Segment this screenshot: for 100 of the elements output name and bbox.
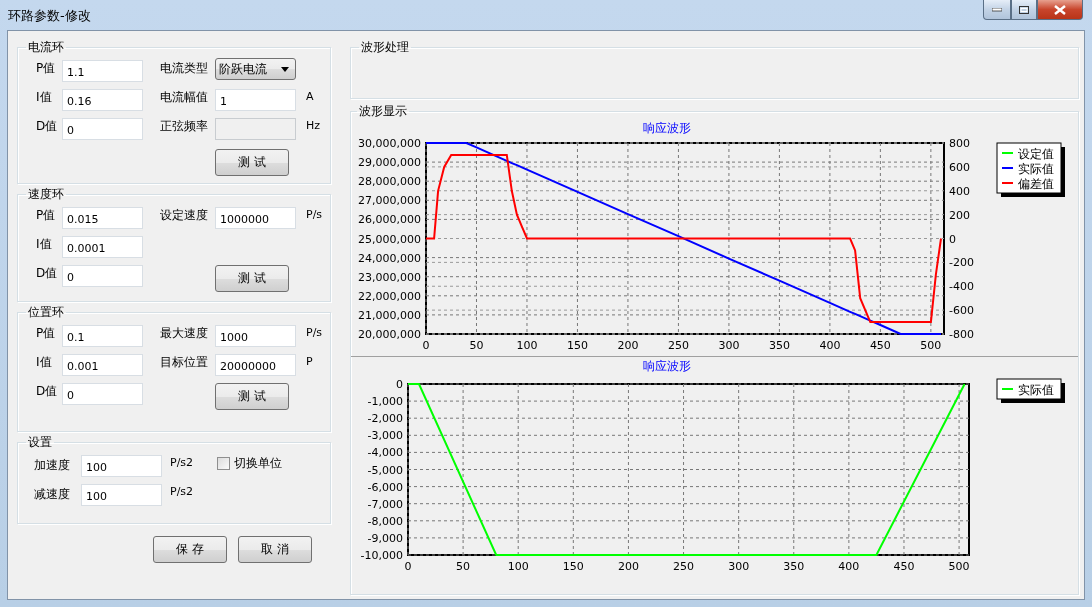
- axis-tick-label: 100: [507, 560, 529, 573]
- chart-title: 响应波形: [643, 121, 691, 135]
- close-button[interactable]: [1037, 0, 1083, 20]
- axis-tick-label: 600: [949, 160, 970, 174]
- unit-label: P/s: [305, 325, 323, 341]
- axis-tick-label: 800: [949, 137, 970, 150]
- field-label: 电流类型: [160, 60, 209, 76]
- axis-tick-label: -8,000: [367, 514, 403, 528]
- maximize-button[interactable]: [1011, 0, 1037, 20]
- axis-tick-label: 23,000,000: [358, 270, 421, 284]
- legend-box: [996, 378, 1065, 403]
- minimize-icon: [992, 7, 1002, 12]
- axis-tick-label: 150: [566, 339, 588, 352]
- input-field[interactable]: 0: [62, 383, 143, 405]
- axis-tick-label: -5,000: [367, 463, 403, 477]
- input-field[interactable]: 20000000: [215, 354, 296, 376]
- axis-tick-label: 30,000,000: [358, 137, 421, 150]
- group-title: 波形显示: [358, 103, 408, 120]
- axis-tick-label: 50: [469, 339, 484, 352]
- axis-tick-label: -3,000: [367, 429, 403, 443]
- input-field[interactable]: 100: [81, 455, 162, 477]
- axis-tick-label: 28,000,000: [358, 175, 421, 189]
- input-field[interactable]: 0: [62, 118, 143, 140]
- unit-label: P/s2: [169, 484, 195, 500]
- legend-label: 偏差值: [1018, 177, 1054, 191]
- input-field[interactable]: 0.001: [62, 354, 143, 376]
- input-field[interactable]: 100: [81, 484, 162, 506]
- unit-label: P/s2: [169, 455, 195, 471]
- axis-tick-label: 27,000,000: [358, 194, 421, 208]
- axis-tick-label: 29,000,000: [358, 156, 421, 170]
- minimize-button[interactable]: [983, 0, 1011, 20]
- test-button[interactable]: 测 试: [215, 383, 289, 410]
- axis-tick-label: 150: [562, 560, 584, 573]
- axis-tick-label: 350: [768, 339, 790, 352]
- cancel-button[interactable]: 取 消: [238, 536, 312, 563]
- axis-tick-label: 450: [893, 560, 915, 573]
- group-title: 速度环: [27, 186, 65, 203]
- axis-tick-label: -800: [949, 328, 974, 341]
- field-label: I值: [35, 354, 53, 370]
- axis-tick-label: -2,000: [367, 412, 403, 426]
- legend-label: 实际值: [1018, 383, 1054, 397]
- axis-tick-label: 400: [838, 560, 860, 573]
- field-label: 加速度: [34, 457, 71, 473]
- field-label: P值: [35, 325, 57, 341]
- unit-label: P/s: [305, 207, 323, 223]
- legend-label: 实际值: [1018, 162, 1054, 176]
- field-label: I值: [35, 236, 53, 252]
- axis-tick-label: 200: [949, 208, 970, 222]
- field-label: D值: [35, 265, 59, 281]
- close-icon: [1054, 4, 1066, 15]
- field-label: P值: [35, 207, 57, 223]
- axis-tick-label: 21,000,000: [358, 308, 421, 322]
- test-button[interactable]: 测 试: [215, 149, 289, 176]
- input-field[interactable]: 0.16: [62, 89, 143, 111]
- field-label: 正弦频率: [160, 118, 209, 134]
- unit-label: A: [305, 89, 315, 105]
- axis-tick-label: 400: [949, 184, 970, 198]
- chart-title: 响应波形: [643, 359, 691, 373]
- axis-tick-label: 26,000,000: [358, 213, 421, 227]
- test-button[interactable]: 测 试: [215, 265, 289, 292]
- unit-label: Hz: [305, 118, 322, 134]
- axis-tick-label: 100: [516, 339, 538, 352]
- axis-tick-label: 300: [718, 339, 740, 352]
- axis-tick-label: 25,000,000: [358, 232, 421, 246]
- input-field[interactable]: 1000: [215, 325, 296, 347]
- axis-tick-label: -9,000: [367, 531, 403, 545]
- window-title: 环路参数-修改: [8, 7, 91, 25]
- axis-tick-label: -200: [949, 256, 974, 270]
- input-field[interactable]: 0.1: [62, 325, 143, 347]
- dropdown[interactable]: 阶跃电流: [215, 58, 296, 80]
- field-label: I值: [35, 89, 53, 105]
- axis-tick-label: 200: [617, 339, 639, 352]
- axis-tick-label: -600: [949, 304, 974, 318]
- input-field[interactable]: 1.1: [62, 60, 143, 82]
- unit-switch-checkbox[interactable]: 切换单位: [217, 455, 322, 472]
- axis-tick-label: 0: [396, 378, 403, 391]
- axis-tick-label: -1,000: [367, 395, 403, 409]
- group-title: 波形处理: [360, 39, 410, 56]
- legend-box: [996, 142, 1065, 197]
- axis-tick-label: -400: [949, 280, 974, 294]
- axis-tick-label: 500: [920, 339, 942, 352]
- input-field[interactable]: 1: [215, 89, 296, 111]
- axis-tick-label: 400: [819, 339, 841, 352]
- field-label: 目标位置: [160, 354, 209, 370]
- input-field[interactable]: 0.0001: [62, 236, 143, 258]
- checkbox-square[interactable]: [217, 457, 230, 470]
- axis-tick-label: 200: [617, 560, 639, 573]
- input-field[interactable]: 0.015: [62, 207, 143, 229]
- axis-tick-label: -10,000: [360, 549, 403, 562]
- field-label: P值: [35, 60, 57, 76]
- axis-tick-label: -6,000: [367, 480, 403, 494]
- save-button[interactable]: 保 存: [153, 536, 227, 563]
- axis-tick-label: 0: [422, 339, 430, 352]
- legend-label: 设定值: [1018, 147, 1054, 161]
- axis-tick-label: 24,000,000: [358, 251, 421, 265]
- input-field[interactable]: 1000000: [215, 207, 296, 229]
- axis-tick-label: 250: [667, 339, 689, 352]
- field-label: D值: [35, 118, 59, 134]
- input-field[interactable]: 0: [62, 265, 143, 287]
- axis-tick-label: 300: [728, 560, 750, 573]
